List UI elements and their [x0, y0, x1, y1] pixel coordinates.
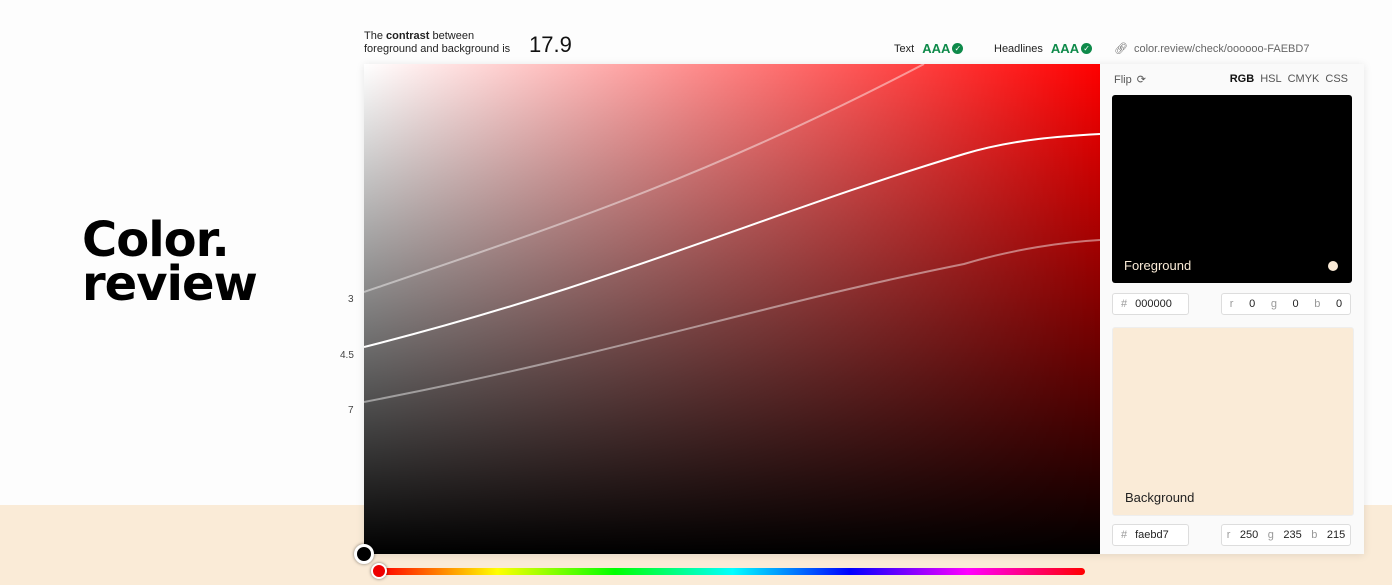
tab-rgb[interactable]: RGB: [1230, 73, 1254, 85]
headlines-rating-value: AAA: [1050, 41, 1080, 56]
background-rgb-inputs: r 250 g 235 b 215: [1221, 524, 1351, 546]
background-b-input[interactable]: 215: [1327, 529, 1345, 541]
text-rating: Text AAA ✓: [894, 41, 964, 56]
contrast-curve-4-5: [364, 133, 1100, 348]
refresh-icon: ⟳: [1136, 74, 1146, 86]
r-label: r: [1226, 529, 1231, 541]
tab-cmyk[interactable]: CMYK: [1288, 73, 1320, 85]
contrast-description: The contrast between foreground and back…: [364, 30, 510, 56]
background-r-input[interactable]: 250: [1240, 529, 1258, 541]
share-link[interactable]: 🔗︎ color.review/check/oooooo-FAEBD7: [1114, 42, 1309, 56]
saturation-lightness-picker[interactable]: [364, 64, 1100, 554]
headlines-rating-label: Headlines: [994, 42, 1043, 55]
check-circle-icon: ✓: [952, 43, 964, 54]
level-label-3: 3: [348, 294, 354, 305]
foreground-label: Foreground: [1124, 258, 1192, 273]
hash-symbol: #: [1121, 298, 1128, 310]
flip-button[interactable]: Flip ⟳: [1114, 73, 1146, 87]
link-icon: 🔗︎: [1114, 43, 1128, 55]
foreground-rgb-inputs: r 0 g 0 b 0: [1221, 293, 1351, 315]
level-label-7: 7: [348, 405, 354, 416]
hash-symbol: #: [1121, 529, 1128, 541]
background-hex-input[interactable]: # faebd7: [1112, 524, 1189, 546]
contrast-bold: contrast: [386, 30, 430, 42]
background-g-input[interactable]: 235: [1283, 529, 1301, 541]
contrast-curve-7: [364, 239, 1100, 403]
background-hex-value[interactable]: faebd7: [1135, 529, 1169, 541]
hue-slider[interactable]: [380, 568, 1085, 575]
r-label: r: [1229, 298, 1234, 310]
logo: Color. review: [82, 216, 258, 312]
top-bar: The contrast between foreground and back…: [364, 28, 1364, 62]
color-panel: Flip ⟳ RGB HSL CMYK CSS Foreground # 000…: [364, 64, 1364, 554]
background-label: Background: [1125, 490, 1195, 505]
g-label: g: [1270, 298, 1277, 310]
tab-hsl[interactable]: HSL: [1260, 73, 1281, 85]
hue-slider-handle[interactable]: [371, 563, 387, 579]
b-label: b: [1314, 298, 1321, 310]
text-rating-value: AAA: [922, 41, 951, 56]
headlines-rating: Headlines AAA ✓: [994, 41, 1093, 56]
contrast-ratio-value: 17.9: [529, 32, 572, 57]
foreground-swatch[interactable]: Foreground: [1112, 95, 1352, 283]
foreground-hex-input[interactable]: # 000000: [1112, 293, 1189, 315]
contrast-line-2: foreground and background is: [364, 43, 511, 55]
foreground-r-input[interactable]: 0: [1249, 298, 1255, 310]
flip-label: Flip: [1114, 73, 1132, 86]
background-swatch[interactable]: Background: [1112, 327, 1354, 516]
contrast-curve-3: [364, 64, 925, 293]
g-label: g: [1267, 529, 1274, 541]
b-label: b: [1311, 529, 1318, 541]
color-sidebar: Flip ⟳ RGB HSL CMYK CSS Foreground # 000…: [1100, 64, 1364, 554]
picker-cursor-handle[interactable]: [354, 544, 374, 564]
contrast-rest: between: [432, 30, 475, 42]
text-rating-label: Text: [894, 42, 915, 55]
contrast-prefix: The: [364, 30, 383, 42]
background-color-dot: [1328, 261, 1338, 271]
share-link-text[interactable]: color.review/check/oooooo-FAEBD7: [1134, 43, 1309, 55]
logo-line-2: review: [82, 256, 258, 312]
foreground-g-input[interactable]: 0: [1293, 298, 1299, 310]
level-label-4-5: 4.5: [340, 350, 354, 361]
check-circle-icon: ✓: [1081, 43, 1093, 54]
contrast-curves: [364, 64, 1100, 403]
tab-css[interactable]: CSS: [1325, 73, 1348, 85]
foreground-hex-value[interactable]: 000000: [1135, 298, 1172, 310]
foreground-b-input[interactable]: 0: [1336, 298, 1342, 310]
color-mode-tabs: RGB HSL CMYK CSS: [1230, 73, 1348, 85]
